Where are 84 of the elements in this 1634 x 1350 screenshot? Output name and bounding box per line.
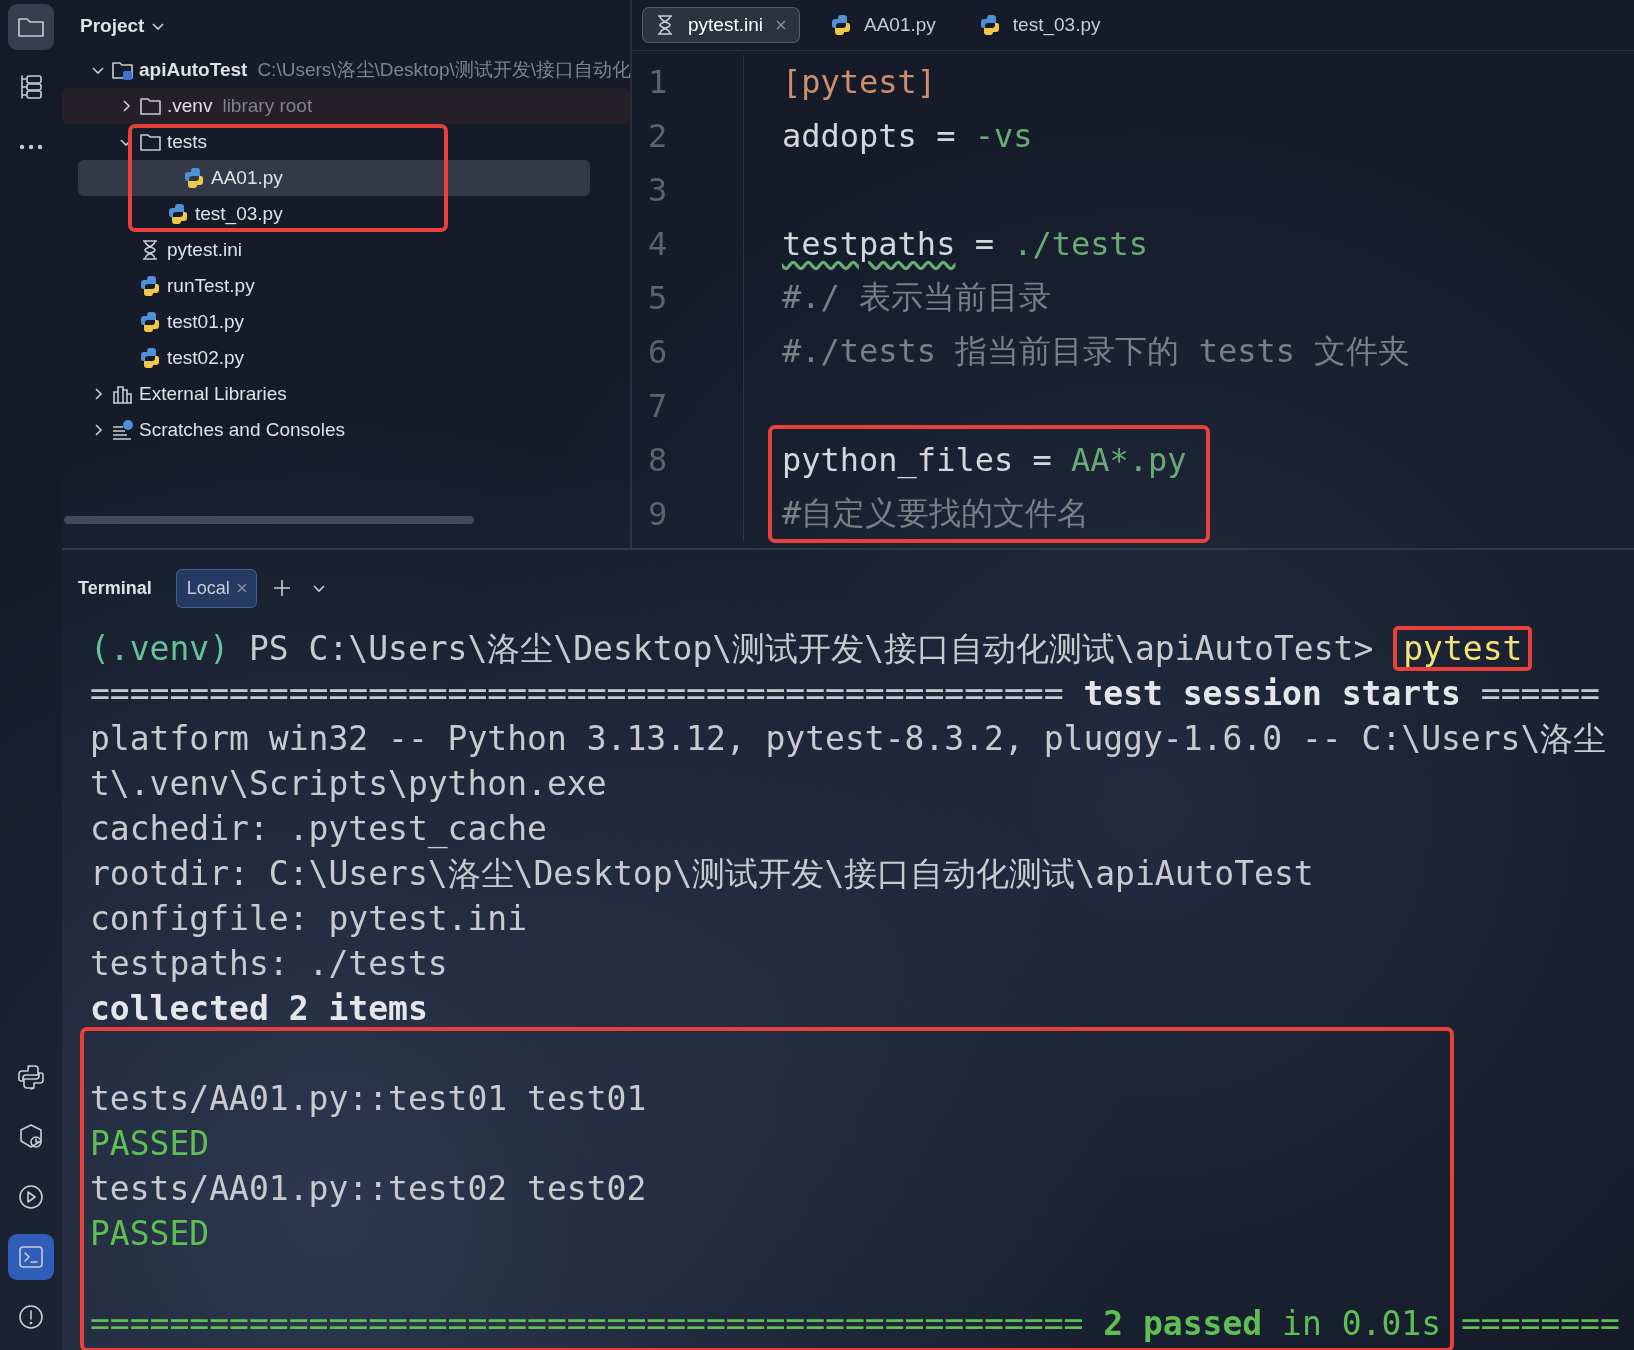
editor-tab[interactable]: test_03.py [966,7,1114,43]
code-text: addopts = [782,117,957,155]
library-icon [112,383,133,405]
tree-row[interactable]: apiAutoTest C:\Users\洛尘\Desktop\测试开发\接口自动化 [62,52,630,88]
file-name: test02.py [167,347,245,369]
terminal-line: ================================================== 2 passed in 0.01s ======== [90,1303,1621,1345]
terminal-line: cachedir: .pytest_cache [90,808,548,851]
folder-icon [140,131,161,153]
file-name: test01.py [167,311,245,333]
terminal-line: platform win32 -- Python 3.13.12, pytest-8.3.2, pluggy-1.6.0 -- C:\Users\洛尘 [90,718,1608,760]
command-text: pytest [1393,626,1533,671]
project-folder-icon [112,59,133,81]
file-name: .venv [167,95,213,117]
code-text: ./tests [1013,225,1149,263]
path-hint: C:\Users\洛尘\Desktop\测试开发\接口自动化 [257,58,630,82]
code-comment: #./tests 指当前目录下的 tests 文件夹 [782,332,1411,370]
editor-tab[interactable]: pytest.ini [642,7,800,43]
editor-tab[interactable]: AA01.py [818,7,949,43]
terminal-line: configfile: pytest.ini [90,898,529,940]
tree-row[interactable]: pytest.ini [62,232,630,268]
terminal-line: rootdir: C:\Users\洛尘\Desktop\测试开发\接口自动化测试\apiAutoTest [90,853,1315,895]
line-number: 8 [632,433,744,487]
file-name: Scratches and Consoles [139,419,345,441]
tree-row[interactable]: Scratches and Consoles [62,412,630,448]
terminal-line: (.venv) PS C:\Users\洛尘\Desktop\测试开发\接口自动化测试\apiAutoTest> pytest [90,626,1634,671]
python-icon [140,311,161,333]
line-number: 9 [632,487,744,541]
file-name: AA01.py [211,167,283,189]
code-text: -vs [974,117,1033,155]
python-icon [979,14,1001,36]
python-icon [168,203,189,225]
terminal-line: PASSED [90,1213,211,1255]
code-text: [pytest] [782,63,937,101]
tool-window-button[interactable] [8,1234,54,1280]
line-number: 2 [632,109,744,163]
file-name: test_03.py [195,203,283,225]
terminal-line: testpaths: ./tests [90,943,449,985]
terminal-tab[interactable]: Local [175,568,257,608]
plus-icon [272,579,291,597]
file-name: External Libraries [139,383,287,405]
tree-row[interactable]: AA01.py [78,160,590,196]
terminal-line: PASSED [90,1123,211,1165]
line-number: 3 [632,163,744,217]
file-name: apiAutoTest [139,59,248,81]
panel-title: Terminal [78,577,152,599]
more-icon [19,144,43,150]
python-icon [140,347,161,369]
code-text: python_files = [782,441,1053,479]
code-text: testpaths [782,225,956,263]
line-number: 5 [632,271,744,325]
close-icon [235,582,248,594]
tree-row[interactable]: tests [62,124,630,160]
line-number: 6 [632,325,744,379]
code-comment: #自定义要找的文件名 [782,494,1090,532]
python-icon [140,275,161,297]
code-text: = [973,225,995,263]
tool-window-button[interactable] [8,4,54,50]
line-number: 4 [632,217,744,271]
line-number: 7 [632,379,744,433]
tree-row[interactable]: test_03.py [62,196,630,232]
tree-row[interactable]: External Libraries [62,376,630,412]
terminal-line: ================================================= test session starts ====== [90,673,1601,715]
file-name: tests [167,131,208,153]
scratches-icon [112,419,133,441]
tree-row[interactable]: .venv library root [62,88,630,124]
scrollbar[interactable] [64,516,474,524]
terminal-line: tests/AA01.py::test01 test01 [90,1078,648,1120]
line-number: 1 [632,55,744,109]
panel-title[interactable]: Project [80,15,145,37]
terminal-line: t\.venv\Scripts\python.exe [90,763,608,805]
file-name: runTest.py [167,275,255,297]
tree-row[interactable]: runTest.py [62,268,630,304]
terminal-line: tests/AA01.py::test02 test02 [90,1168,648,1210]
code-text: AA*.py [1071,441,1187,479]
terminal-line: collected 2 items [90,988,429,1030]
python-icon [184,167,205,189]
file-name: pytest.ini [167,239,242,261]
code-comment: #./ 表示当前目录 [782,278,1052,316]
path-hint: library root [222,95,313,117]
close-icon [775,19,787,31]
tree-row[interactable]: test02.py [62,340,630,376]
folder-icon [140,95,161,117]
tree-row[interactable]: test01.py [62,304,630,340]
python-icon [831,14,852,36]
